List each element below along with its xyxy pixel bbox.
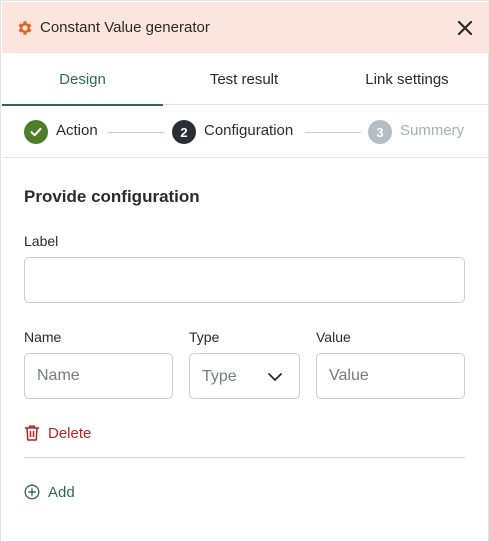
stepper: Action 2 Configuration 3 Summery bbox=[2, 106, 489, 158]
section-title: Provide configuration bbox=[24, 187, 200, 206]
delete-button[interactable]: Delete bbox=[24, 423, 91, 443]
label-field-label: Label bbox=[24, 233, 59, 249]
type-select[interactable]: Type bbox=[189, 353, 300, 399]
step-action-label: Action bbox=[56, 122, 98, 139]
close-icon[interactable] bbox=[455, 18, 475, 38]
delete-label: Delete bbox=[48, 424, 92, 442]
step-summary-indicator: 3 bbox=[368, 120, 392, 144]
value-input[interactable] bbox=[316, 353, 465, 399]
tab-bar: Design Test result Link settings bbox=[2, 53, 489, 106]
step-connector bbox=[305, 132, 361, 133]
tab-test-result[interactable]: Test result bbox=[163, 53, 325, 105]
add-button[interactable]: Add bbox=[24, 482, 75, 502]
step-connector bbox=[108, 132, 164, 133]
label-input[interactable] bbox=[24, 257, 465, 303]
plus-circle-icon bbox=[24, 484, 40, 500]
name-field-label: Name bbox=[24, 329, 62, 345]
tab-design[interactable]: Design bbox=[2, 53, 163, 106]
trash-icon bbox=[24, 425, 40, 441]
step-summary-label: Summery bbox=[400, 122, 465, 139]
type-field-label: Type bbox=[189, 329, 220, 345]
tab-link-settings[interactable]: Link settings bbox=[325, 53, 489, 105]
value-field-label: Value bbox=[316, 329, 351, 345]
name-input[interactable] bbox=[24, 353, 173, 399]
panel-title: Constant Value generator bbox=[40, 19, 210, 36]
chevron-down-icon bbox=[268, 373, 282, 381]
check-icon bbox=[30, 127, 42, 137]
type-select-placeholder: Type bbox=[202, 368, 237, 385]
gear-icon bbox=[18, 21, 32, 35]
constant-value-generator-panel: Constant Value generator Design Test res… bbox=[0, 0, 489, 541]
divider bbox=[24, 457, 465, 458]
add-label: Add bbox=[48, 483, 75, 501]
step-action-indicator bbox=[24, 120, 48, 144]
panel-header: Constant Value generator bbox=[2, 2, 489, 53]
step-configuration-label: Configuration bbox=[204, 122, 294, 139]
step-configuration-indicator: 2 bbox=[172, 120, 196, 144]
